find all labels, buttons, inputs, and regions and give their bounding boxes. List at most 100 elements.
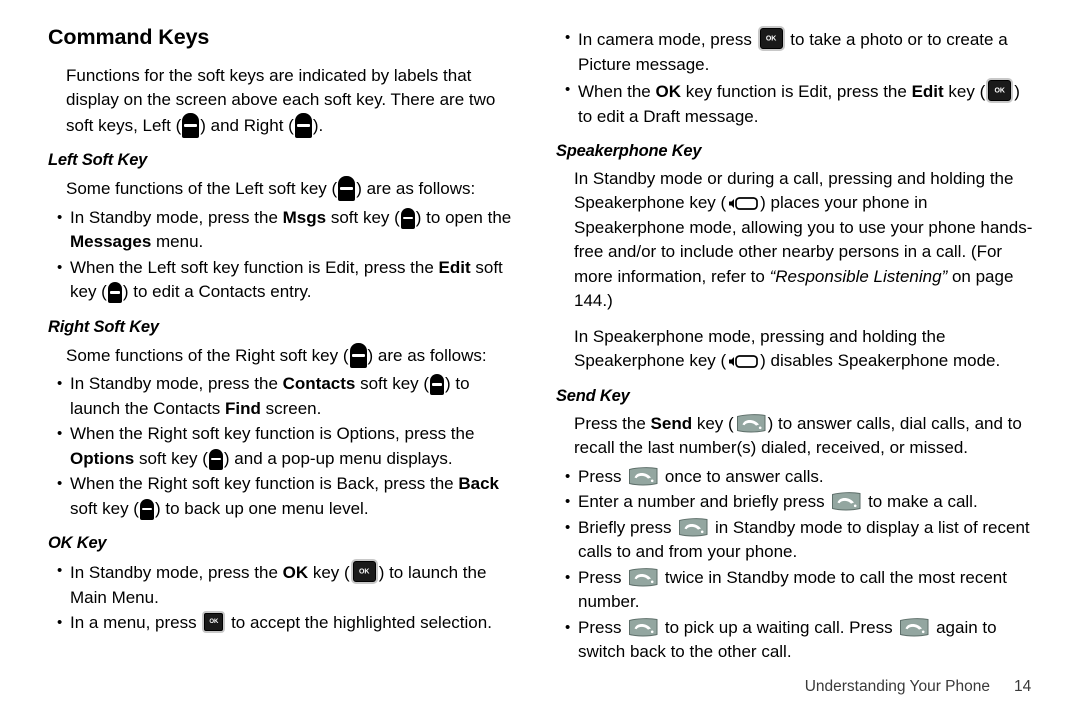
- ok-key-icon: OK: [757, 26, 785, 51]
- para-text-2: ) disables Speakerphone mode.: [760, 351, 1001, 371]
- soft-key-icon: [349, 342, 367, 368]
- section-heading-send-key: Send Key: [556, 386, 630, 405]
- left-soft-key-bullets: In Standby mode, press the Msgs soft key…: [48, 206, 522, 305]
- list-item: Briefly press in Standby mode to display…: [556, 516, 1036, 565]
- bullet-bold-2: Messages: [70, 232, 152, 252]
- bullet-bold-1: Msgs: [282, 207, 327, 227]
- list-item: Press twice in Standby mode to call the …: [556, 566, 1036, 615]
- bullet-text-3: ) to back up one menu level.: [154, 498, 369, 518]
- page-columns: Command Keys Functions for the soft keys…: [0, 25, 1080, 666]
- send-key-icon: [735, 413, 767, 434]
- ok-key-label: OK: [765, 35, 777, 42]
- bullet-text-1: Press: [578, 567, 627, 587]
- soft-key-icon: [107, 282, 122, 304]
- send-key-icon: [830, 491, 862, 512]
- bullet-text-1: In camera mode, press: [578, 30, 757, 49]
- bullet-bold-1: OK: [282, 563, 309, 583]
- bullet-text-2: key function is Edit, press the: [681, 82, 912, 101]
- manual-page: Command Keys Functions for the soft keys…: [0, 0, 1080, 720]
- speakerphone-key-icon: [727, 354, 759, 369]
- bullet-bold-1: Options: [70, 448, 135, 468]
- bullet-text-2: to accept the highlighted selection.: [226, 613, 492, 633]
- bullet-bold-1: Edit: [438, 257, 471, 277]
- section-heading-left-soft-key: Left Soft Key: [48, 151, 148, 170]
- list-item: When the Right soft key function is Back…: [48, 472, 522, 521]
- soft-key-icon: [182, 112, 200, 138]
- bullet-text-3: ) to edit a Contacts entry.: [122, 282, 312, 302]
- bullet-text-1: In a menu, press: [70, 613, 202, 633]
- speakerphone-key-icon: [727, 196, 759, 211]
- soft-key-icon: [338, 176, 356, 202]
- bullet-text-2: key (: [308, 563, 350, 583]
- send-key-icon: [898, 617, 930, 638]
- speakerphone-paragraph-2: In Speakerphone mode, pressing and holdi…: [556, 325, 1036, 374]
- bullet-text-2: once to answer calls.: [660, 466, 824, 486]
- bullet-bold-1: Contacts: [282, 374, 356, 394]
- intro-paragraph: Functions for the soft keys are indicate…: [48, 64, 522, 139]
- soft-key-icon: [400, 207, 415, 229]
- page-title: Command Keys: [48, 25, 210, 49]
- right-column: In camera mode, press OK to take a photo…: [540, 26, 1080, 666]
- bullet-text-1: Press: [578, 617, 627, 637]
- list-item: Enter a number and briefly press to make…: [556, 490, 1036, 515]
- bullet-text-4: menu.: [151, 232, 204, 252]
- bullet-text-1: When the Right soft key function is Back…: [70, 474, 459, 494]
- section-heading-ok-key: OK Key: [48, 534, 107, 553]
- bullet-bold-2: Find: [224, 398, 261, 418]
- bullet-text-1: In Standby mode, press the: [70, 374, 283, 394]
- bullet-text-1: In Standby mode, press the: [70, 207, 283, 227]
- list-item: Press once to answer calls.: [556, 465, 1036, 490]
- ok-key-icon: OK: [202, 611, 226, 634]
- lead-text-2: key (: [692, 413, 734, 433]
- bullet-text-2: soft key (: [326, 207, 400, 227]
- send-key-icon: [677, 517, 709, 538]
- lead-bold-1: Send: [650, 413, 693, 433]
- lead-text-2: ) are as follows:: [367, 345, 487, 365]
- list-item: In Standby mode, press the OK key (OK) t…: [48, 559, 522, 610]
- bullet-text-1: When the Right soft key function is Opti…: [70, 424, 475, 444]
- ok-key-bullets: In Standby mode, press the OK key (OK) t…: [48, 559, 522, 636]
- send-key-icon: [627, 567, 659, 588]
- soft-key-icon: [430, 374, 445, 396]
- lead-text-1: Press the: [574, 413, 651, 433]
- send-key-bullets: Press once to answer calls. Enter a numb…: [556, 465, 1036, 665]
- intro-text-2: ) and Right (: [200, 115, 294, 135]
- section-heading-right-soft-key: Right Soft Key: [48, 317, 159, 336]
- ok-key-label: OK: [209, 619, 219, 626]
- right-soft-key-bullets: In Standby mode, press the Contacts soft…: [48, 372, 522, 521]
- page-footer: Understanding Your Phone 14: [0, 678, 1080, 696]
- bullet-bold-1: Back: [458, 474, 499, 494]
- lead-text-1: Some functions of the Left soft key (: [66, 179, 338, 199]
- bullet-text-1: In Standby mode, press the: [70, 563, 283, 583]
- list-item: In Standby mode, press the Contacts soft…: [48, 372, 522, 421]
- bullet-text-1: Enter a number and briefly press: [578, 492, 830, 512]
- send-key-icon: [627, 617, 659, 638]
- bullet-text-2: to make a call.: [863, 492, 978, 512]
- send-key-lead: Press the Send key () to answer calls, d…: [556, 412, 1036, 461]
- ok-key-label: OK: [358, 568, 370, 576]
- bullet-text-4: screen.: [260, 398, 322, 418]
- bullet-text-3: ) and a pop-up menu displays.: [223, 448, 453, 468]
- bullet-text-1: Press: [578, 466, 627, 486]
- bullet-text-3: ) to open the: [415, 207, 512, 227]
- footer-page-number: 14: [1014, 678, 1032, 695]
- right-soft-key-lead: Some functions of the Right soft key () …: [48, 342, 522, 369]
- list-item: When the OK key function is Edit, press …: [556, 78, 1036, 129]
- lead-text-2: ) are as follows:: [356, 179, 476, 199]
- list-item: In a menu, press OK to accept the highli…: [48, 611, 522, 636]
- soft-key-icon: [208, 448, 223, 470]
- list-item: Press to pick up a waiting call. Press a…: [556, 616, 1036, 665]
- bullet-bold-1: OK: [655, 82, 682, 101]
- list-item: When the Right soft key function is Opti…: [48, 422, 522, 471]
- speakerphone-paragraph-1: In Standby mode or during a call, pressi…: [556, 167, 1036, 314]
- cross-reference: “Responsible Listening”: [769, 266, 948, 286]
- list-item: In camera mode, press OK to take a photo…: [556, 26, 1036, 77]
- bullet-bold-2: Edit: [911, 82, 944, 101]
- ok-key-icon: OK: [986, 78, 1014, 103]
- ok-key-icon: OK: [350, 559, 378, 585]
- bullet-text-2: to pick up a waiting call. Press: [660, 617, 898, 637]
- list-item: In Standby mode, press the Msgs soft key…: [48, 206, 522, 255]
- send-key-icon: [627, 466, 659, 487]
- bullet-text-2: soft key (: [134, 448, 208, 468]
- intro-text-3: ).: [312, 115, 324, 135]
